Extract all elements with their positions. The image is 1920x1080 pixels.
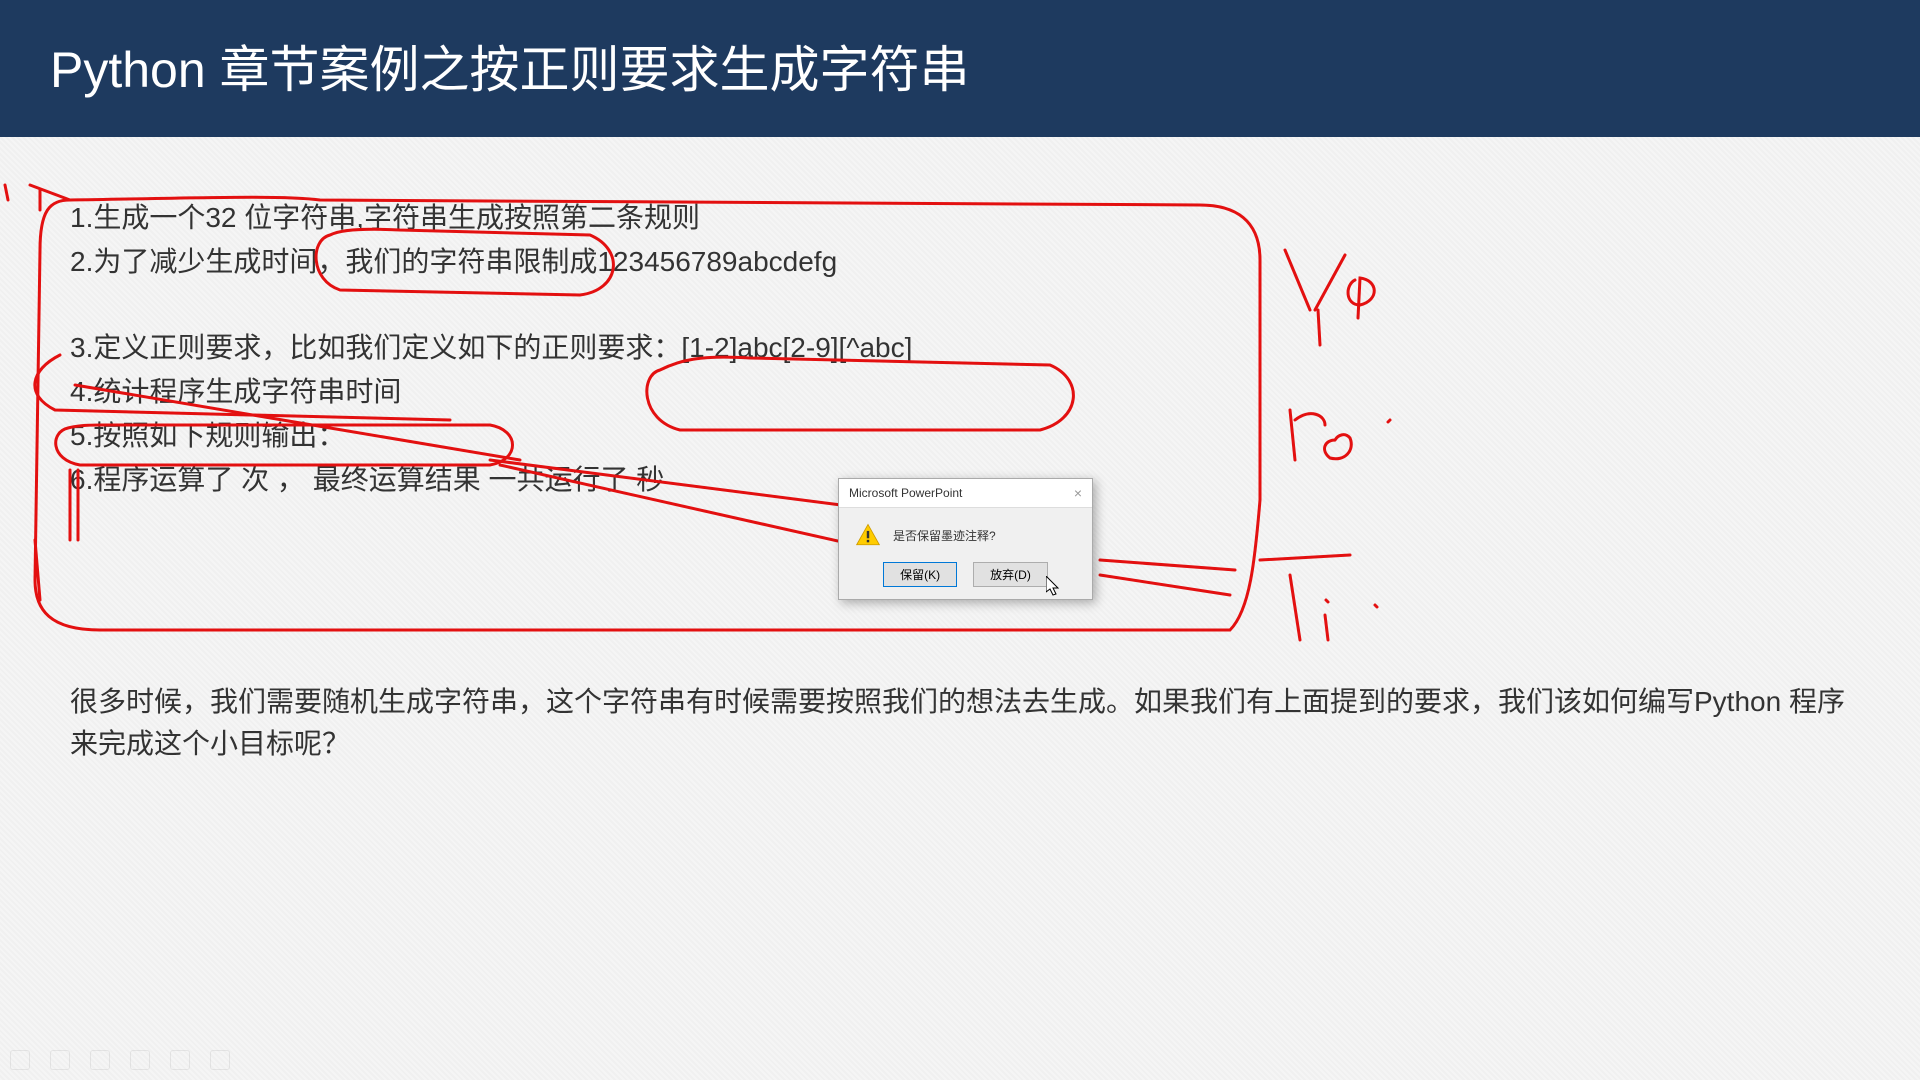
rules-list: 1.生成一个32 位字符串,字符串生成按照第二条规则 2.为了减少生成时间，我们… xyxy=(70,197,1850,501)
presentation-slide: Python 章节案例之按正则要求生成字符串 1.生成一个32 位字符串,字符串… xyxy=(0,0,1920,1080)
dialog-body: 是否保留墨迹注释? xyxy=(839,508,1092,556)
pen-icon[interactable] xyxy=(90,1050,110,1070)
warning-icon xyxy=(855,522,881,548)
dialog-buttons: 保留(K) 放弃(D) xyxy=(839,556,1092,599)
rule-item: 2.为了减少生成时间，我们的字符串限制成123456789abcdefg xyxy=(70,241,1850,283)
rule-item: 3.定义正则要求，比如我们定义如下的正则要求：[1-2]abc[2-9][^ab… xyxy=(70,327,1850,369)
zoom-icon[interactable] xyxy=(170,1050,190,1070)
next-slide-icon[interactable] xyxy=(50,1050,70,1070)
presenter-toolbar xyxy=(10,1050,230,1070)
prev-slide-icon[interactable] xyxy=(10,1050,30,1070)
dialog-titlebar: Microsoft PowerPoint × xyxy=(839,479,1092,508)
close-icon[interactable]: × xyxy=(1074,485,1082,501)
rule-item: 4.统计程序生成字符串时间 xyxy=(70,371,1850,413)
discard-button[interactable]: 放弃(D) xyxy=(973,562,1048,587)
slides-icon[interactable] xyxy=(130,1050,150,1070)
dialog-app-name: Microsoft PowerPoint xyxy=(849,486,962,500)
keep-button[interactable]: 保留(K) xyxy=(883,562,957,587)
title-text: Python 章节案例之按正则要求生成字符串 xyxy=(50,42,970,98)
dialog-message: 是否保留墨迹注释? xyxy=(893,527,996,544)
slide-title: Python 章节案例之按正则要求生成字符串 xyxy=(0,0,1920,137)
rule-item: 5.按照如下规则输出： xyxy=(70,415,1850,457)
confirm-dialog: Microsoft PowerPoint × 是否保留墨迹注释? 保留(K) 放… xyxy=(838,478,1093,600)
rule-item: 1.生成一个32 位字符串,字符串生成按照第二条规则 xyxy=(70,197,1850,239)
menu-icon[interactable] xyxy=(210,1050,230,1070)
description-text: 很多时候，我们需要随机生成字符串，这个字符串有时候需要按照我们的想法去生成。如果… xyxy=(70,681,1850,765)
